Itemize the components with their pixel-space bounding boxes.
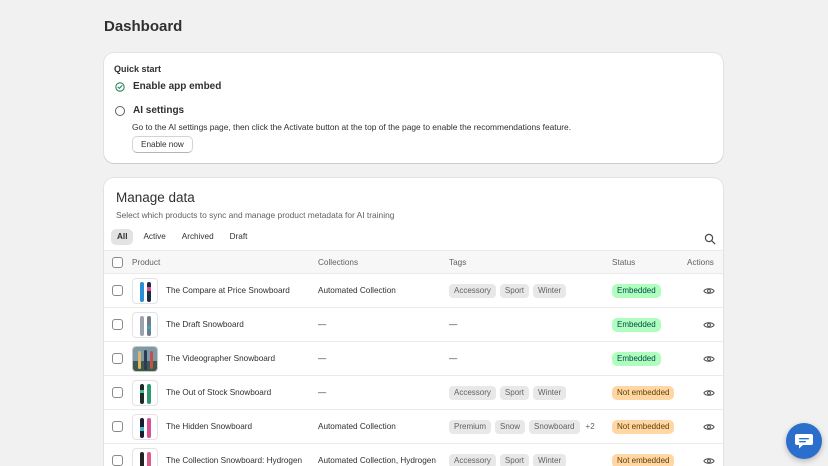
column-product[interactable]: Product bbox=[132, 258, 160, 267]
table-row[interactable]: The Compare at Price Snowboard Automated… bbox=[104, 274, 723, 308]
column-collections[interactable]: Collections bbox=[318, 258, 358, 267]
snowboard-photo-icon bbox=[132, 346, 158, 372]
step-label: AI settings bbox=[133, 105, 185, 116]
tags-cell: Premium Snow Snowboard +2 bbox=[449, 420, 597, 434]
product-name[interactable]: The Draft Snowboard bbox=[166, 320, 244, 329]
tag: Sport bbox=[499, 454, 530, 466]
product-name[interactable]: The Compare at Price Snowboard bbox=[166, 286, 290, 295]
eye-icon[interactable] bbox=[703, 320, 715, 330]
snowboard-dark-icon bbox=[132, 448, 158, 466]
product-name[interactable]: The Out of Stock Snowboard bbox=[166, 388, 271, 397]
collections-cell: — bbox=[318, 354, 327, 363]
eye-icon[interactable] bbox=[703, 388, 715, 398]
quick-start-card: Quick start Enable app embed AI settings… bbox=[104, 53, 723, 163]
manage-data-title: Manage data bbox=[116, 190, 195, 205]
tag: Winter bbox=[533, 284, 567, 298]
tag: Premium bbox=[449, 420, 492, 434]
table-row[interactable]: The Draft Snowboard — — Embedded bbox=[104, 308, 723, 342]
tab-all[interactable]: All bbox=[111, 229, 134, 245]
step-description: Go to the AI settings page, then click t… bbox=[132, 122, 572, 132]
collections-cell: Automated Collection bbox=[318, 286, 396, 295]
table-row[interactable]: The Hidden Snowboard Automated Collectio… bbox=[104, 410, 723, 444]
quick-start-title: Quick start bbox=[114, 64, 162, 74]
enable-now-button[interactable]: Enable now bbox=[132, 136, 193, 153]
more-tags-count[interactable]: +2 bbox=[584, 420, 597, 434]
column-tags[interactable]: Tags bbox=[449, 258, 466, 267]
row-checkbox[interactable] bbox=[112, 353, 123, 364]
eye-icon[interactable] bbox=[703, 354, 715, 364]
chat-button[interactable] bbox=[786, 423, 822, 459]
search-icon[interactable] bbox=[704, 233, 716, 245]
tags-cell: — bbox=[449, 354, 458, 363]
status-badge: Embedded bbox=[612, 318, 661, 332]
snowboard-gray-icon bbox=[132, 312, 158, 338]
status-badge: Embedded bbox=[612, 284, 661, 298]
status-badge: Not embedded bbox=[612, 420, 675, 434]
collections-cell: — bbox=[318, 320, 327, 329]
step-enable-app-embed[interactable]: Enable app embed bbox=[115, 81, 221, 92]
row-checkbox[interactable] bbox=[112, 455, 123, 466]
snowboard-pink-icon bbox=[132, 414, 158, 440]
collections-cell: — bbox=[318, 388, 327, 397]
status-badge: Not embedded bbox=[612, 454, 675, 466]
tag: Snowboard bbox=[529, 420, 580, 434]
tag: Winter bbox=[533, 454, 567, 466]
eye-icon[interactable] bbox=[703, 456, 715, 466]
tags-cell: Accessory Sport Winter bbox=[449, 386, 567, 400]
row-checkbox[interactable] bbox=[112, 421, 123, 432]
table-row[interactable]: The Collection Snowboard: Hydrogen Autom… bbox=[104, 444, 723, 466]
tag: Sport bbox=[499, 386, 530, 400]
tag: Accessory bbox=[449, 386, 496, 400]
tab-draft[interactable]: Draft bbox=[224, 229, 254, 245]
product-name[interactable]: The Videographer Snowboard bbox=[166, 354, 275, 363]
tab-archived[interactable]: Archived bbox=[176, 229, 220, 245]
product-name[interactable]: The Hidden Snowboard bbox=[166, 422, 252, 431]
tags-cell: Accessory Sport Winter bbox=[449, 454, 567, 466]
step-label: Enable app embed bbox=[133, 81, 222, 92]
eye-icon[interactable] bbox=[703, 286, 715, 296]
eye-icon[interactable] bbox=[703, 422, 715, 432]
filter-tabs: All Active Archived Draft bbox=[111, 229, 253, 245]
tag: Winter bbox=[533, 386, 567, 400]
status-badge: Not embedded bbox=[612, 386, 675, 400]
table-row[interactable]: The Out of Stock Snowboard — Accessory S… bbox=[104, 376, 723, 410]
chat-bubble-icon bbox=[795, 434, 813, 449]
step-ai-settings[interactable]: AI settings bbox=[115, 105, 184, 116]
row-checkbox[interactable] bbox=[112, 285, 123, 296]
tags-cell: Accessory Sport Winter bbox=[449, 284, 567, 298]
tag: Sport bbox=[499, 284, 530, 298]
check-circle-icon bbox=[115, 81, 125, 92]
tag: Accessory bbox=[449, 284, 496, 298]
product-name[interactable]: The Collection Snowboard: Hydrogen bbox=[166, 456, 302, 465]
snowboard-green-icon bbox=[132, 380, 158, 406]
tab-active[interactable]: Active bbox=[137, 229, 171, 245]
tag: Accessory bbox=[449, 454, 496, 466]
select-all-checkbox[interactable] bbox=[112, 257, 123, 268]
tags-cell: — bbox=[449, 320, 458, 329]
row-checkbox[interactable] bbox=[112, 319, 123, 330]
tag: Snow bbox=[495, 420, 526, 434]
column-actions: Actions bbox=[687, 258, 714, 267]
row-checkbox[interactable] bbox=[112, 387, 123, 398]
collections-cell: Automated Collection bbox=[318, 422, 396, 431]
empty-circle-icon bbox=[115, 105, 125, 116]
table-row[interactable]: The Videographer Snowboard — — Embedded bbox=[104, 342, 723, 376]
column-status[interactable]: Status bbox=[612, 258, 635, 267]
status-badge: Embedded bbox=[612, 352, 661, 366]
collections-cell: Automated Collection, Hydrogen bbox=[318, 456, 436, 465]
page-title: Dashboard bbox=[104, 18, 183, 35]
manage-data-card: Manage data Select which products to syn… bbox=[104, 178, 723, 466]
manage-data-subtitle: Select which products to sync and manage… bbox=[116, 210, 395, 220]
table-header: Product Collections Tags Status Actions bbox=[104, 250, 723, 274]
snowboard-blue-icon bbox=[132, 278, 158, 304]
